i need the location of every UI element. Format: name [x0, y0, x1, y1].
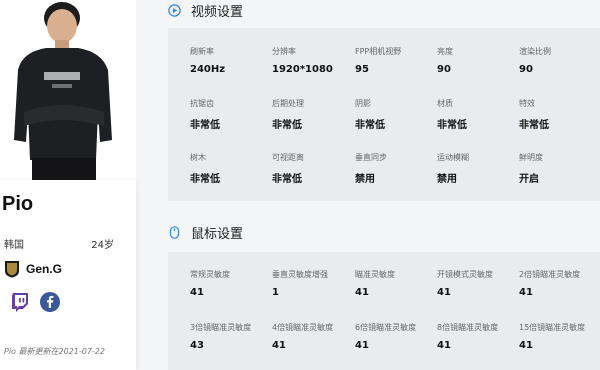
mouse-setting-item: 6倍镜瞄准灵敏度 41 [355, 322, 437, 351]
twitch-icon [12, 293, 28, 312]
twitch-link[interactable] [10, 292, 30, 312]
video-setting-item: 阴影 非常低 [355, 98, 437, 131]
mouse-icon [169, 226, 180, 239]
video-setting-value: 非常低 [519, 120, 549, 131]
play-circle-icon [168, 4, 181, 17]
mouse-setting-value: 41 [437, 340, 451, 351]
mouse-setting-item: 2倍镜瞄准灵敏度 41 [519, 269, 600, 298]
mouse-setting-label: 瞄准灵敏度 [355, 270, 395, 279]
video-setting-label: 亮度 [437, 47, 453, 56]
player-profile-card: Pio 韩国 24岁 Gen.G Pio 最新更新在2021-07-22 [0, 180, 136, 370]
mouse-setting-label: 常规灵敏度 [190, 270, 230, 279]
social-links [10, 292, 60, 312]
video-setting-label: 运动模糊 [437, 153, 469, 162]
player-photo-area [0, 0, 136, 180]
mouse-setting-value: 41 [437, 287, 451, 298]
video-setting-label: 特效 [519, 99, 535, 108]
video-setting-label: 后期处理 [272, 99, 304, 108]
video-setting-item: FPP相机视野 95 [355, 46, 437, 75]
video-setting-value: 90 [437, 64, 451, 75]
video-setting-item: 亮度 90 [437, 46, 519, 75]
team-info: Gen.G [4, 260, 62, 278]
mouse-setting-value: 43 [190, 340, 204, 351]
team-logo-icon [5, 261, 19, 278]
video-setting-item: 材质 非常低 [437, 98, 519, 131]
mouse-settings-header: 鼠标设置 [168, 223, 243, 242]
video-setting-item: 运动模糊 禁用 [437, 152, 519, 185]
video-setting-item: 可视距离 非常低 [272, 152, 354, 185]
mouse-setting-item: 4倍镜瞄准灵敏度 41 [272, 322, 354, 351]
video-setting-value: 非常低 [272, 120, 302, 131]
video-setting-value: 非常低 [355, 120, 385, 131]
player-meta: 韩国 24岁 [4, 236, 114, 251]
mouse-settings-panel: 常规灵敏度 41 垂直灵敏度增强 1 瞄准灵敏度 41 开镜模式灵敏度 41 2倍镜瞄准灵敏度 4… [168, 252, 600, 370]
facebook-icon [40, 292, 60, 312]
mouse-setting-value: 1 [272, 287, 279, 298]
video-setting-label: 阴影 [355, 99, 371, 108]
player-name: Pio [2, 193, 34, 215]
team-name: Gen.G [26, 262, 63, 276]
player-region: 韩国 [4, 240, 24, 251]
mouse-setting-value: 41 [519, 340, 533, 351]
video-setting-item: 后期处理 非常低 [272, 98, 354, 131]
video-setting-item: 渲染比例 90 [519, 46, 600, 75]
mouse-setting-label: 3倍镜瞄准灵敏度 [190, 323, 252, 332]
video-setting-value: 开启 [519, 174, 539, 185]
video-setting-item: 鲜明度 开启 [519, 152, 600, 185]
player-age: 24岁 [91, 240, 114, 251]
mouse-setting-label: 4倍镜瞄准灵敏度 [272, 323, 334, 332]
mouse-setting-label: 垂直灵敏度增强 [272, 270, 328, 279]
video-setting-item: 特效 非常低 [519, 98, 600, 131]
video-setting-label: 抗锯齿 [190, 99, 214, 108]
video-settings-panel: 刷新率 240Hz 分辨率 1920*1080 FPP相机视野 95 亮度 90 渲染比例 90 抗… [168, 28, 600, 201]
video-settings-header: 视频设置 [168, 1, 243, 20]
mouse-setting-value: 41 [190, 287, 204, 298]
video-setting-value: 禁用 [355, 174, 375, 185]
video-setting-label: 垂直同步 [355, 153, 387, 162]
video-setting-label: 可视距离 [272, 153, 304, 162]
mouse-setting-value: 41 [355, 340, 369, 351]
mouse-settings-title: 鼠标设置 [191, 227, 244, 242]
video-setting-value: 240Hz [190, 64, 226, 75]
mouse-setting-value: 41 [355, 287, 369, 298]
video-setting-value: 非常低 [190, 120, 220, 131]
mouse-setting-item: 瞄准灵敏度 41 [355, 269, 437, 298]
video-setting-value: 非常低 [272, 174, 302, 185]
mouse-setting-value: 41 [272, 340, 286, 351]
video-setting-label: 刷新率 [190, 47, 214, 56]
video-setting-label: 渲染比例 [519, 47, 551, 56]
mouse-setting-label: 8倍镜瞄准灵敏度 [437, 323, 499, 332]
facebook-link[interactable] [40, 292, 60, 312]
video-setting-item: 树木 非常低 [190, 152, 272, 185]
video-setting-value: 1920*1080 [272, 64, 333, 75]
mouse-setting-item: 垂直灵敏度增强 1 [272, 269, 354, 298]
video-setting-label: FPP相机视野 [355, 47, 402, 56]
video-setting-label: 鲜明度 [519, 153, 543, 162]
video-setting-value: 90 [519, 64, 533, 75]
video-setting-value: 非常低 [437, 120, 467, 131]
video-setting-value: 禁用 [437, 174, 457, 185]
video-setting-value: 95 [355, 64, 369, 75]
mouse-setting-item: 8倍镜瞄准灵敏度 41 [437, 322, 519, 351]
video-setting-label: 树木 [190, 153, 206, 162]
video-setting-item: 垂直同步 禁用 [355, 152, 437, 185]
video-setting-label: 材质 [437, 99, 453, 108]
video-setting-item: 刷新率 240Hz [190, 46, 272, 75]
video-setting-label: 分辨率 [272, 47, 296, 56]
mouse-setting-item: 15倍镜瞄准灵敏度 41 [519, 322, 600, 351]
mouse-setting-label: 开镜模式灵敏度 [437, 270, 493, 279]
video-settings-title: 视频设置 [191, 5, 244, 20]
mouse-setting-value: 41 [519, 287, 533, 298]
video-setting-value: 非常低 [190, 174, 220, 185]
mouse-setting-label: 15倍镜瞄准灵敏度 [519, 323, 586, 332]
mouse-setting-item: 开镜模式灵敏度 41 [437, 269, 519, 298]
video-setting-item: 分辨率 1920*1080 [272, 46, 354, 75]
video-setting-item: 抗锯齿 非常低 [190, 98, 272, 131]
mouse-setting-item: 常规灵敏度 41 [190, 269, 272, 298]
mouse-setting-label: 6倍镜瞄准灵敏度 [355, 323, 417, 332]
last-updated-note: Pio 最新更新在2021-07-22 [4, 347, 105, 356]
mouse-setting-item: 3倍镜瞄准灵敏度 43 [190, 322, 272, 351]
player-photo [0, 0, 136, 180]
mouse-setting-label: 2倍镜瞄准灵敏度 [519, 270, 581, 279]
